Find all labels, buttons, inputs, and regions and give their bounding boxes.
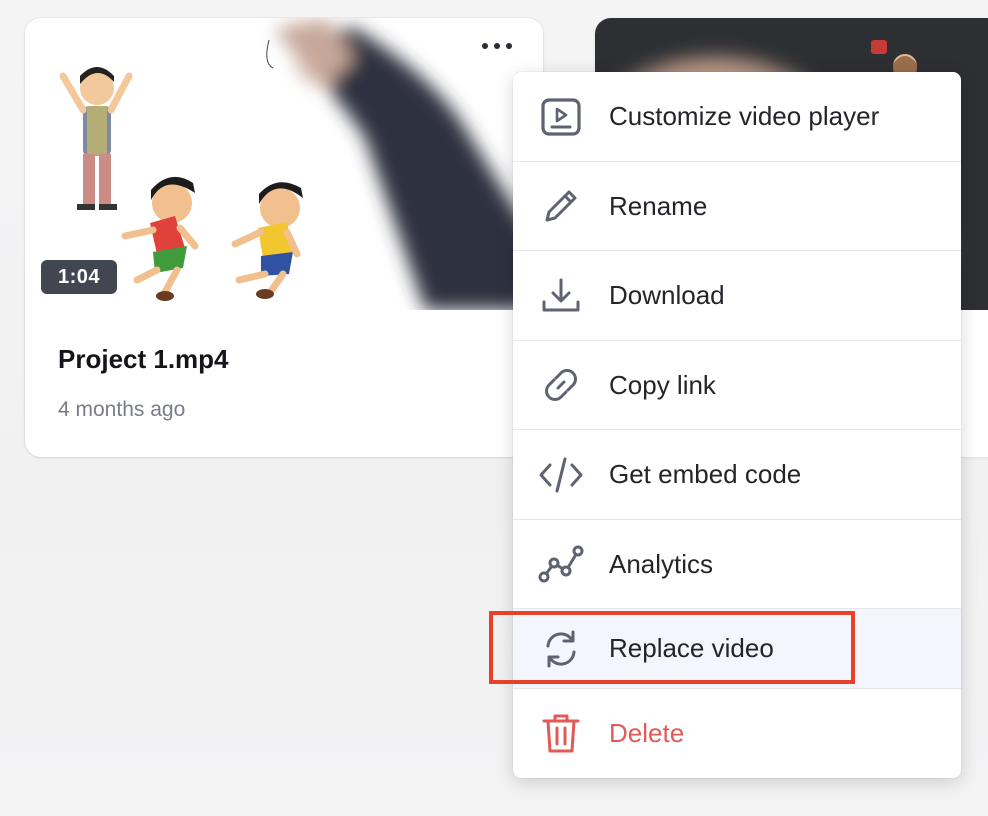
video-title[interactable]: Project 1.mp4 [58,344,229,375]
replace-icon [537,625,585,673]
context-menu: Customize video player Rename Download C… [513,72,961,778]
menu-label: Get embed code [609,459,802,489]
menu-label: Replace video [609,633,774,663]
video-thumbnail[interactable]: 1:04 [25,18,543,310]
menu-item-customize-player[interactable]: Customize video player [513,72,961,162]
menu-label: Copy link [609,369,716,400]
download-icon [537,272,585,320]
trash-icon [537,710,585,758]
more-horizontal-icon [482,43,512,49]
menu-item-copy-link[interactable]: Copy link [513,341,961,430]
menu-label: Delete [609,718,685,748]
more-options-button[interactable] [480,42,524,72]
character-boy-red [121,176,199,301]
menu-item-delete[interactable]: Delete [513,689,961,778]
code-icon [537,451,585,499]
menu-label: Analytics [609,548,714,579]
duration-badge: 1:04 [41,260,117,294]
character-adult [59,67,133,210]
video-card[interactable]: 1:04 Project 1.mp4 4 months ago [25,18,543,457]
menu-label: Customize video player [609,101,880,131]
video-player-icon [537,93,585,141]
menu-item-embed-code[interactable]: Get embed code [513,430,961,520]
analytics-icon [537,540,585,588]
menu-item-rename[interactable]: Rename [513,162,961,251]
video-timestamp: 4 months ago [58,398,186,421]
menu-label: Download [609,280,725,310]
menu-label: Rename [609,190,708,221]
menu-item-download[interactable]: Download [513,251,961,341]
pencil-icon [537,182,585,230]
link-icon [537,361,585,409]
menu-item-analytics[interactable]: Analytics [513,520,961,609]
menu-item-replace-video[interactable]: Replace video [513,609,961,689]
character-boy-yellow [231,182,303,299]
